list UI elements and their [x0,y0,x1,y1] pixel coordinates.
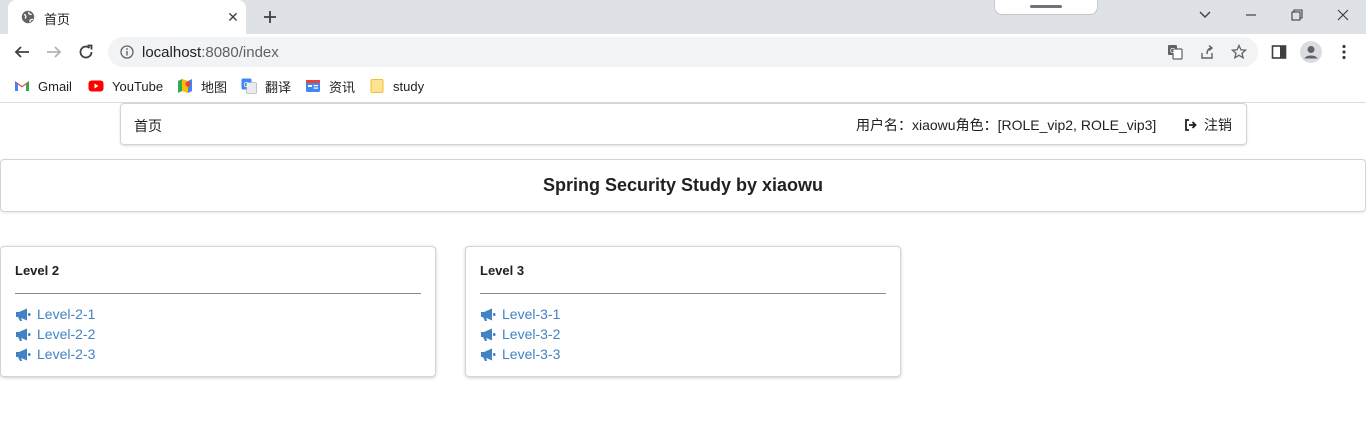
bookmark-label: YouTube [112,78,164,94]
browser-toolbar: localhost:8080/index G [0,34,1366,70]
card-links: Level-3-1 Level-3-2 Level-3-3 [480,304,560,364]
bookmark-news[interactable]: 资讯 [305,77,355,95]
url-host: localhost [142,44,202,61]
bullhorn-icon [481,308,496,321]
folder-icon [369,78,385,94]
share-icon[interactable] [1198,43,1216,61]
minimize-button[interactable] [1239,4,1263,26]
link-label: Level-3-3 [502,346,561,362]
page-title: Spring Security Study by xiaowu [542,175,824,195]
site-info-icon[interactable] [120,45,134,59]
bookmark-label: 翻译 [265,79,292,95]
link-label: Level-2-3 [37,346,96,362]
level-2-card: Level 2 Level-2-1 Level-2-2 Level-2-3 [0,246,436,377]
bookmark-label: 资讯 [329,79,356,95]
banner: Spring Security Study by xiaowu [0,159,1366,212]
card-links: Level-2-1 Level-2-2 Level-2-3 [15,304,95,364]
level-2-2-link[interactable]: Level-2-2 [15,324,95,344]
url-text: localhost:8080/index [142,44,279,61]
level-3-1-link[interactable]: Level-3-1 [480,304,560,324]
bookmark-gmail[interactable]: Gmail [14,77,72,95]
level-3-card: Level 3 Level-3-1 Level-3-2 Level-3-3 [465,246,901,377]
back-button[interactable] [9,39,35,65]
logout-link[interactable]: 注销 [1184,115,1232,135]
bookmark-maps[interactable]: 地图 [177,77,227,95]
news-icon [305,78,321,94]
link-label: Level-3-2 [502,326,561,342]
card-divider [480,293,886,294]
forward-button[interactable] [41,39,67,65]
menu-kebab-icon[interactable] [1333,41,1355,63]
tab-strip: 首页 ✕ [0,0,1366,34]
youtube-icon [88,78,104,94]
card-title: Level 3 [480,263,525,278]
address-bar[interactable]: localhost:8080/index G [108,37,1258,67]
bookmark-youtube[interactable]: YouTube [88,77,163,95]
level-2-3-link[interactable]: Level-2-3 [15,344,95,364]
profile-avatar-icon[interactable] [1300,41,1322,63]
tab-search-handle[interactable] [994,0,1098,15]
translate-page-icon[interactable]: G [1166,43,1184,61]
bookmark-translate[interactable]: G 翻译 [241,77,291,95]
gmail-icon [14,78,30,94]
restore-button[interactable] [1285,4,1309,26]
new-tab-button[interactable] [258,5,282,29]
bookmark-label: 地图 [201,79,228,95]
card-title: Level 2 [15,263,60,278]
bookmark-star-icon[interactable] [1230,43,1248,61]
page-content: 首页 用户名：xiaowu角色：[ROLE_vip2, ROLE_vip3] 注… [0,103,1366,429]
home-link[interactable]: 首页 [134,116,162,136]
bullhorn-icon [16,348,31,361]
user-info: 用户名：xiaowu角色：[ROLE_vip2, ROLE_vip3] [856,117,1157,133]
bookmarks-bar: Gmail YouTube 地图 G 翻译 资讯 study [0,70,1366,103]
level-3-3-link[interactable]: Level-3-3 [480,344,560,364]
side-panel-icon[interactable] [1268,41,1290,63]
bookmark-label: study [393,78,425,94]
link-label: Level-3-1 [502,306,561,322]
link-label: Level-2-2 [37,326,96,342]
logout-label: 注销 [1204,117,1232,133]
bookmark-label: Gmail [38,78,72,94]
close-tab-icon[interactable]: ✕ [224,8,242,26]
card-divider [15,293,421,294]
svg-text:G: G [244,82,249,89]
svg-text:G: G [1170,48,1175,55]
link-label: Level-2-1 [37,306,96,322]
top-menu: 首页 用户名：xiaowu角色：[ROLE_vip2, ROLE_vip3] 注… [120,103,1247,145]
level-2-1-link[interactable]: Level-2-1 [15,304,95,324]
tab-search-chevron-icon[interactable] [1193,4,1217,26]
translate-icon: G [241,78,257,94]
bookmark-folder-study[interactable]: study [369,77,424,95]
bullhorn-icon [481,328,496,341]
browser-tab-active[interactable]: 首页 ✕ [8,0,246,34]
bullhorn-icon [16,328,31,341]
bullhorn-icon [16,308,31,321]
url-path: :8080/index [201,44,279,61]
sign-out-icon [1185,119,1197,131]
close-window-button[interactable] [1331,4,1355,26]
tab-title: 首页 [44,12,71,27]
level-3-2-link[interactable]: Level-3-2 [480,324,560,344]
maps-icon [177,78,193,94]
globe-icon [21,10,35,24]
bullhorn-icon [481,348,496,361]
reload-button[interactable] [73,39,99,65]
